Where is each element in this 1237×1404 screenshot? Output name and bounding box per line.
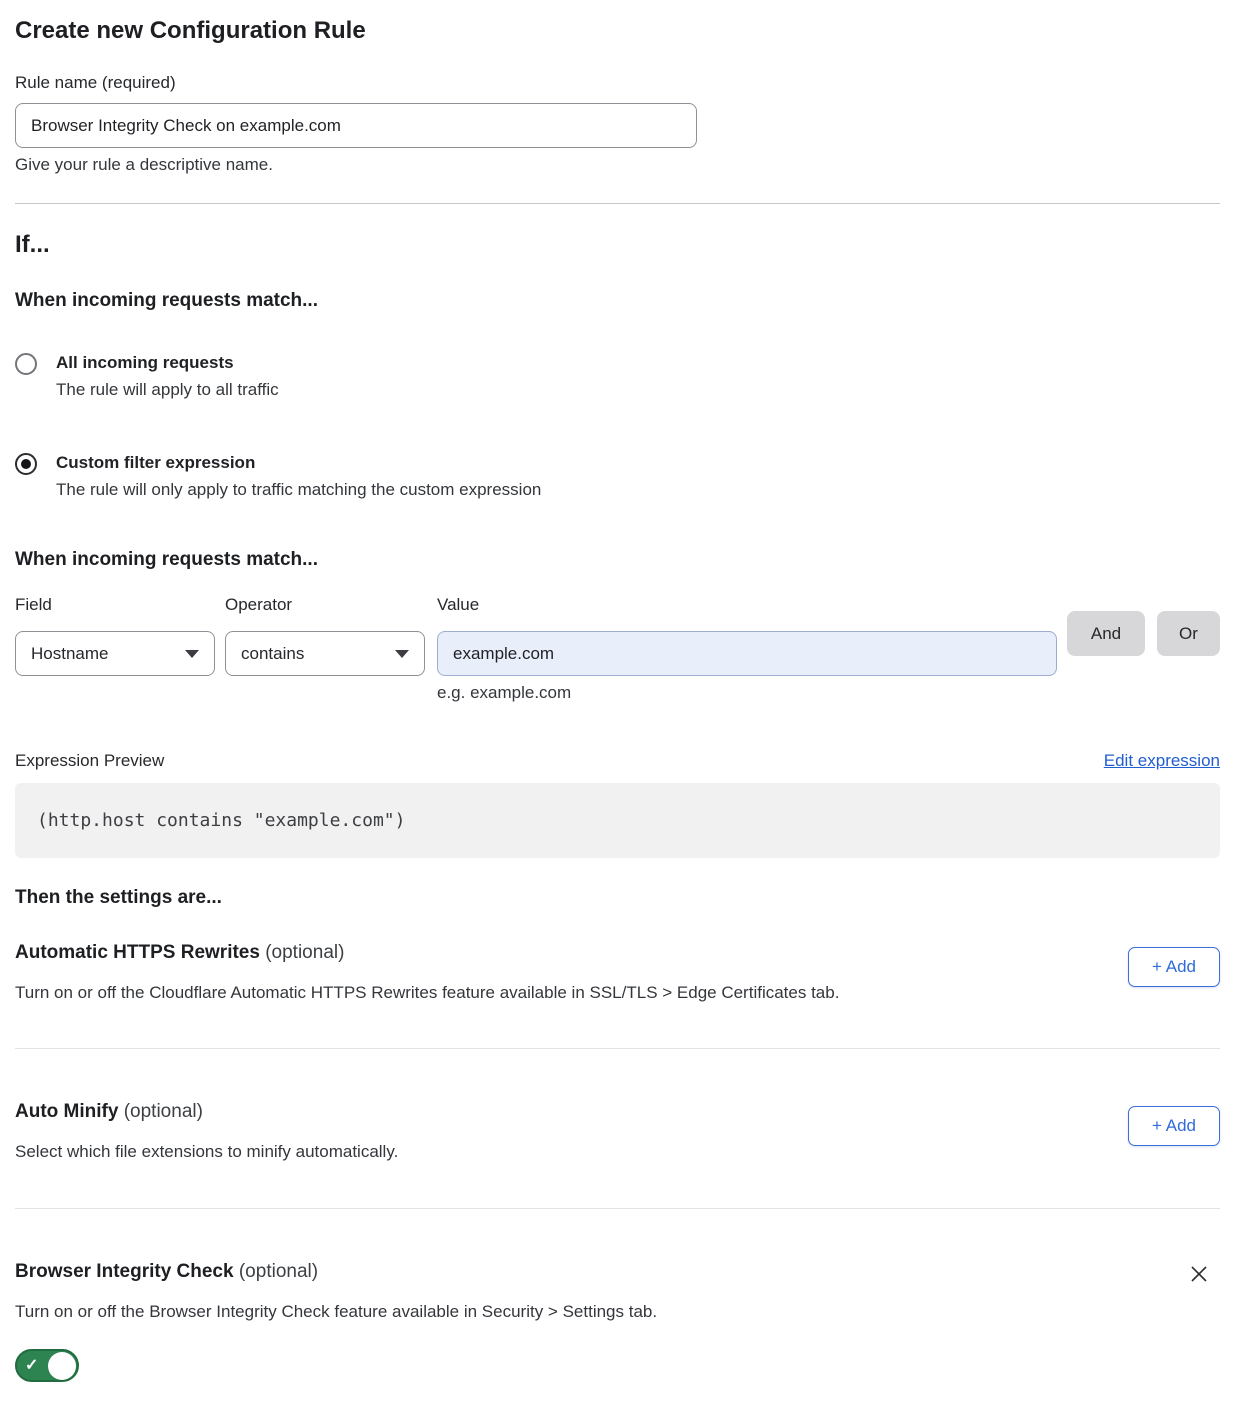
setting-desc-auto-minify: Select which file extensions to minify a…	[15, 1141, 398, 1162]
section-divider	[15, 203, 1220, 204]
add-automatic-https-rewrites-button[interactable]: + Add	[1128, 947, 1220, 987]
field-select[interactable]: Hostname	[15, 631, 215, 676]
chevron-down-icon	[185, 650, 199, 658]
radio-desc-custom-filter-expression: The rule will only apply to traffic matc…	[56, 480, 541, 500]
rule-name-help: Give your rule a descriptive name.	[15, 154, 1220, 175]
rule-name-label: Rule name (required)	[15, 73, 1220, 93]
if-heading: If...	[15, 230, 1220, 259]
chevron-down-icon	[395, 650, 409, 658]
setting-title-auto-minify: Auto Minify (optional)	[15, 1100, 398, 1123]
setting-auto-minify: Auto Minify (optional) Select which file…	[15, 1100, 1220, 1162]
setting-divider	[15, 1048, 1220, 1049]
rule-name-input[interactable]	[15, 103, 697, 148]
rule-name-section: Rule name (required) Give your rule a de…	[15, 73, 1220, 175]
value-help-text: e.g. example.com	[437, 683, 1057, 703]
radio-option-custom-filter-expression: Custom filter expression The rule will o…	[15, 452, 1220, 500]
setting-desc-automatic-https-rewrites: Turn on or off the Cloudflare Automatic …	[15, 982, 839, 1003]
then-settings-heading: Then the settings are...	[15, 886, 1220, 909]
radio-option-all-incoming-requests: All incoming requests The rule will appl…	[15, 352, 1220, 400]
check-icon: ✓	[25, 1358, 38, 1374]
match-heading: When incoming requests match...	[15, 289, 1220, 312]
setting-desc-browser-integrity-check: Turn on or off the Browser Integrity Che…	[15, 1301, 657, 1322]
toggle-knob	[48, 1352, 76, 1380]
add-auto-minify-button[interactable]: + Add	[1128, 1106, 1220, 1146]
field-select-value: Hostname	[31, 644, 108, 664]
value-input[interactable]	[437, 631, 1057, 676]
optional-tag: (optional)	[239, 1261, 318, 1282]
radio-label-custom-filter-expression[interactable]: Custom filter expression	[56, 452, 541, 473]
radio-label-all-incoming-requests[interactable]: All incoming requests	[56, 352, 279, 373]
setting-title-browser-integrity-check: Browser Integrity Check (optional)	[15, 1260, 657, 1283]
match-radio-group: All incoming requests The rule will appl…	[15, 352, 1220, 500]
setting-browser-integrity-check: Browser Integrity Check (optional) Turn …	[15, 1260, 1220, 1322]
browser-integrity-check-toggle[interactable]: ✓	[15, 1349, 79, 1382]
optional-tag: (optional)	[265, 942, 344, 963]
operator-column-label: Operator	[225, 595, 425, 615]
page-title: Create new Configuration Rule	[15, 16, 1220, 45]
expression-builder-row: Field Hostname Operator contains Value e…	[15, 595, 1220, 703]
setting-automatic-https-rewrites: Automatic HTTPS Rewrites (optional) Turn…	[15, 941, 1220, 1003]
radio-custom-filter-expression[interactable]	[15, 453, 37, 475]
setting-title-automatic-https-rewrites: Automatic HTTPS Rewrites (optional)	[15, 941, 839, 964]
radio-all-incoming-requests[interactable]	[15, 353, 37, 375]
field-column-label: Field	[15, 595, 215, 615]
operator-select-value: contains	[241, 644, 304, 664]
and-button[interactable]: And	[1067, 611, 1145, 656]
value-column-label: Value	[437, 595, 1057, 615]
edit-expression-link[interactable]: Edit expression	[1104, 751, 1220, 771]
expression-preview-label: Expression Preview	[15, 751, 164, 771]
expression-preview-code: (http.host contains "example.com")	[15, 783, 1220, 858]
setting-divider	[15, 1208, 1220, 1209]
close-icon	[1188, 1263, 1210, 1285]
expression-builder-heading: When incoming requests match...	[15, 548, 1220, 571]
operator-select[interactable]: contains	[225, 631, 425, 676]
create-configuration-rule-form: Create new Configuration Rule Rule name …	[0, 16, 1237, 1404]
optional-tag: (optional)	[124, 1101, 203, 1122]
expression-preview-header: Expression Preview Edit expression	[15, 751, 1220, 771]
radio-desc-all-incoming-requests: The rule will apply to all traffic	[56, 380, 279, 400]
or-button[interactable]: Or	[1157, 611, 1220, 656]
remove-browser-integrity-check-button[interactable]	[1186, 1262, 1212, 1288]
